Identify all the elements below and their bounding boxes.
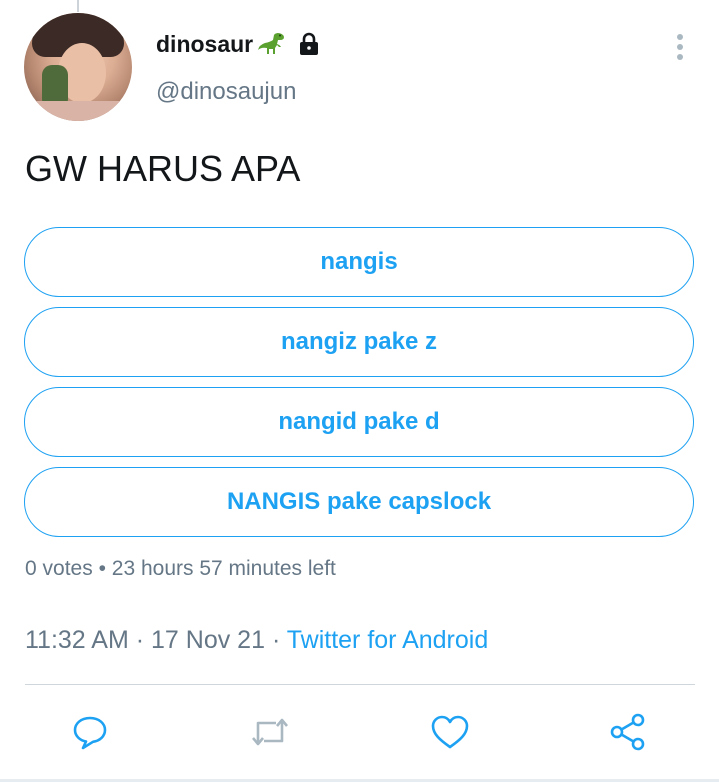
lock-icon: [300, 32, 319, 55]
divider: [25, 684, 695, 685]
tweet-text: GW HARUS APA: [25, 148, 301, 189]
like-button[interactable]: [430, 712, 470, 752]
avatar[interactable]: [24, 13, 132, 121]
tweet-date: 17 Nov 21: [151, 626, 265, 654]
reply-button[interactable]: [70, 712, 110, 752]
reply-icon: [73, 716, 107, 750]
tweet-source-link[interactable]: Twitter for Android: [287, 626, 488, 654]
poll-time-left: 23 hours 57 minutes left: [111, 557, 336, 580]
timestamp-separator-1: ·: [135, 626, 145, 654]
tweet-time: 11:32 AM: [25, 626, 129, 654]
poll-separator: •: [98, 557, 106, 580]
avatar-shoulder: [24, 101, 132, 121]
poll-status: 0 votes • 23 hours 57 minutes left: [25, 557, 336, 581]
poll-option-4[interactable]: NANGIS pake capslock: [24, 467, 694, 537]
retweet-button[interactable]: [250, 712, 290, 752]
poll-option-3[interactable]: nangid pake d: [24, 387, 694, 457]
tweet-timestamp-row: 11:32 AM · 17 Nov 21 · Twitter for Andro…: [25, 626, 488, 655]
user-handle[interactable]: @dinosaujun: [156, 78, 296, 106]
like-icon: [431, 715, 469, 749]
dinosaur-emoji-icon: [258, 33, 285, 54]
poll-option-1[interactable]: nangis: [24, 227, 694, 297]
display-name[interactable]: dinosaur: [156, 31, 253, 58]
timestamp-separator-2: ·: [271, 626, 281, 654]
share-button[interactable]: [608, 712, 648, 752]
thread-connector-line: [77, 0, 79, 12]
author-name-row[interactable]: dinosaur: [156, 30, 321, 58]
poll-votes: 0 votes: [25, 557, 93, 580]
share-icon: [610, 713, 645, 751]
poll-option-2[interactable]: nangiz pake z: [24, 307, 694, 377]
more-options-icon[interactable]: [668, 32, 692, 62]
retweet-icon: [252, 718, 288, 746]
